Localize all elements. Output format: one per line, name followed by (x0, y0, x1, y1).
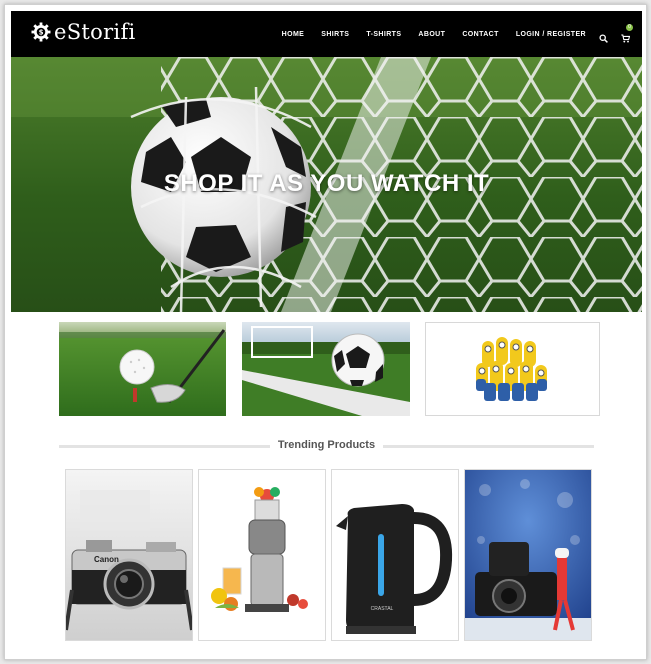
juicer-image (199, 470, 325, 640)
electric-kettle-image: CRASTAL (332, 470, 458, 640)
canon-camera-image: Canon (66, 470, 192, 640)
golf-ball-image (59, 322, 226, 416)
category-golf[interactable] (59, 322, 226, 416)
hero-banner[interactable]: SHOP IT AS YOU WATCH IT (11, 57, 642, 312)
product-card-juicer[interactable] (198, 469, 326, 641)
nav-shirts[interactable]: SHIRTS (321, 31, 349, 38)
svg-text:$: $ (39, 29, 44, 37)
trending-products-title: Trending Products (269, 439, 384, 451)
nav-t-shirts[interactable]: T-SHIRTS (366, 31, 401, 38)
product-card-camera-toy[interactable] (464, 469, 592, 641)
cart-count-badge: 0 (626, 23, 633, 31)
product-card-kettle[interactable]: CRASTAL (331, 469, 459, 641)
kettle-brand-mark: CRASTAL (371, 606, 394, 612)
cart-icon[interactable]: 0 (621, 23, 633, 42)
nav-about[interactable]: ABOUT (418, 31, 445, 38)
camera-brand-mark: Canon (94, 555, 119, 564)
search-icon[interactable] (599, 30, 608, 43)
minions-image (476, 337, 547, 401)
camera-with-toy-image (465, 470, 591, 640)
logo-text: eStorifi (54, 20, 136, 44)
main-nav: HOME SHIRTS T-SHIRTS ABOUT CONTACT LOGIN… (265, 11, 633, 57)
nav-home[interactable]: HOME (282, 31, 305, 38)
page-frame: $ eStorifi HOME SHIRTS T-SHIRTS ABOUT CO… (4, 4, 647, 660)
football-field-image (242, 322, 410, 416)
product-card-camera[interactable]: Canon (65, 469, 193, 641)
site-logo[interactable]: $ eStorifi (31, 20, 136, 44)
page-content: $ eStorifi HOME SHIRTS T-SHIRTS ABOUT CO… (11, 11, 642, 655)
nav-contact[interactable]: CONTACT (462, 31, 499, 38)
nav-login-register[interactable]: LOGIN / REGISTER (516, 31, 586, 38)
category-football[interactable] (242, 322, 410, 416)
hero-title: SHOP IT AS YOU WATCH IT (163, 170, 490, 197)
gear-dollar-logo-icon: $ (31, 22, 51, 42)
category-minions[interactable] (425, 322, 600, 416)
section-title-wrap: Trending Products (59, 439, 594, 451)
trending-section-header: Trending Products (59, 439, 594, 453)
site-header: $ eStorifi HOME SHIRTS T-SHIRTS ABOUT CO… (11, 11, 642, 57)
